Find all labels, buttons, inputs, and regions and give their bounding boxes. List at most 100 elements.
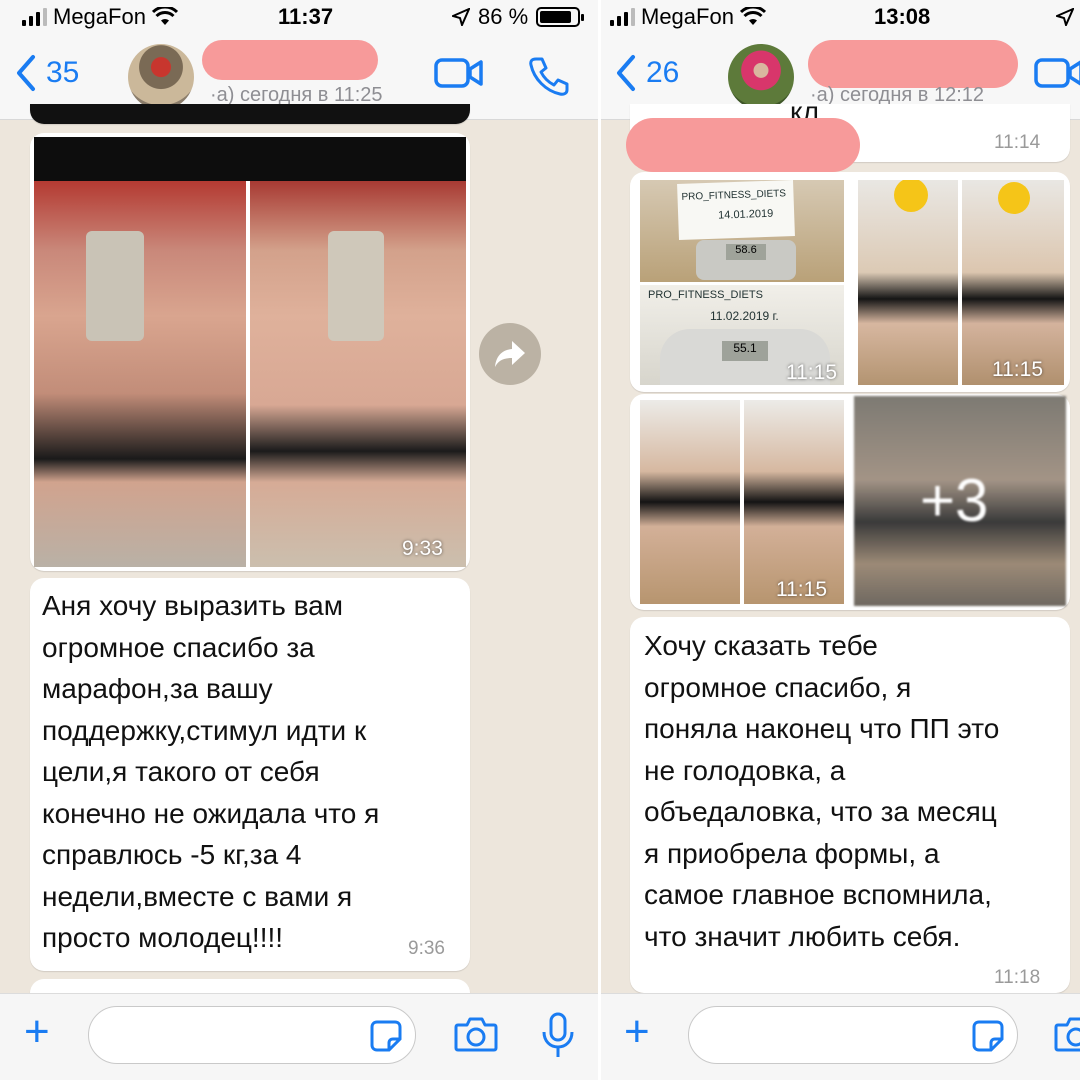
left-chat-screen: MegaFon 11:37 86 % 35 ·а) сегодня в 11:2… <box>0 0 600 1080</box>
photo-front-before[interactable] <box>858 180 958 385</box>
carrier-name: MegaFon <box>641 4 734 29</box>
status-time: 11:37 <box>278 4 334 29</box>
message-timestamp: 11:18 <box>994 967 1041 988</box>
message-timestamp: 11:14 <box>994 132 1041 153</box>
compose-bar: + <box>600 993 1080 1080</box>
message-line: недели,вместе с вами я <box>42 880 353 912</box>
signal-icon <box>610 8 635 26</box>
status-bar: MegaFon 13:08 <box>600 0 1080 36</box>
message-input[interactable] <box>88 1006 416 1064</box>
message-body: Хочу сказать тебе огромное спасибо, я по… <box>644 625 999 957</box>
wifi-icon <box>739 7 766 25</box>
photo-album-message[interactable]: 11:15 +3 <box>630 394 1070 610</box>
photo-scale-before[interactable]: PRO_FITNESS_DIETS 14.01.2019 58.6 <box>640 180 844 282</box>
contact-name-redacted[interactable] <box>202 40 378 80</box>
back-chevron-icon <box>617 55 635 91</box>
message-line: Хочу сказать тебе <box>644 630 878 661</box>
camera-icon[interactable] <box>1054 1016 1080 1052</box>
location-arrow-icon <box>1056 8 1074 26</box>
right-chat-screen: MegaFon 13:08 26 ·а) сегодня в 12:12 кл … <box>600 0 1080 1080</box>
message-line: что значит любить себя. <box>644 920 961 952</box>
note-text: PRO_FITNESS_DIETS <box>681 188 787 203</box>
photo-album-message[interactable]: PRO_FITNESS_DIETS 14.01.2019 58.6 PRO_FI… <box>630 172 1070 392</box>
scale: 58.6 <box>696 240 796 280</box>
video-call-icon[interactable] <box>434 56 484 90</box>
photo-timestamp: 11:15 <box>776 578 827 601</box>
camera-icon[interactable] <box>454 1016 498 1052</box>
carrier-name: MegaFon <box>53 4 146 29</box>
wifi-icon <box>151 7 178 25</box>
status-time: 13:08 <box>874 4 931 29</box>
photo-message[interactable]: 9:33 <box>30 133 470 571</box>
scale-reading: 58.6 <box>726 244 766 260</box>
compose-bar: + <box>0 993 600 1080</box>
phone-icon[interactable] <box>528 56 570 96</box>
contact-avatar[interactable] <box>128 44 194 110</box>
forward-button[interactable] <box>479 323 541 385</box>
photo-timestamp: 9:33 <box>402 537 443 560</box>
plus-icon: + <box>24 1007 50 1056</box>
photo-back-after[interactable]: 11:15 <box>744 400 844 604</box>
photo-after[interactable]: 9:33 <box>250 181 466 567</box>
scale-reading: 55.1 <box>722 341 768 361</box>
more-photos-tile[interactable]: +3 <box>854 396 1066 606</box>
back-button[interactable]: 26 <box>614 54 679 92</box>
laughing-emoji-icon <box>894 180 928 212</box>
message-line: огромное спасибо за <box>42 631 315 663</box>
more-photos-count: +3 <box>920 467 989 534</box>
plus-icon: + <box>624 1007 650 1056</box>
phone-in-photo <box>86 231 144 341</box>
location-arrow-icon <box>452 8 470 26</box>
screen-divider <box>598 0 601 1080</box>
attach-button[interactable]: + <box>24 1010 50 1054</box>
microphone-icon[interactable] <box>540 1012 576 1060</box>
smile-emoji-icon <box>998 182 1030 214</box>
redaction-mark <box>626 118 860 172</box>
message-line: самое главное вспомнила, <box>644 879 992 910</box>
photo-timestamp: 11:15 <box>992 358 1043 381</box>
note-text: PRO_FITNESS_DIETS <box>648 289 763 301</box>
carrier-group: MegaFon <box>610 4 766 30</box>
status-right-group: 86 % <box>452 4 585 30</box>
battery-icon <box>536 7 585 27</box>
message-line: поняла наконец что ПП это <box>644 713 1000 744</box>
sticker-icon[interactable] <box>971 1019 1005 1053</box>
message-timestamp: 9:36 <box>408 938 445 959</box>
photo-before[interactable] <box>34 181 246 567</box>
photo-black-band <box>34 137 466 181</box>
message-line: не голодовка, а <box>644 754 846 786</box>
unread-count: 26 <box>646 56 680 89</box>
message-body: Аня хочу выразить вам огромное спасибо з… <box>42 585 379 959</box>
video-call-icon[interactable] <box>1034 56 1080 90</box>
message-line: объедаловка, что за месяц <box>644 796 997 827</box>
status-bar: MegaFon 11:37 86 % <box>0 0 600 36</box>
phone-in-photo <box>328 231 384 341</box>
text-message[interactable]: Хочу сказать тебе огромное спасибо, я по… <box>630 617 1070 993</box>
message-input[interactable] <box>688 1006 1018 1064</box>
forward-icon <box>495 341 525 367</box>
message-line: поддержку,стимул идти к <box>42 714 367 746</box>
message-line: справлюсь -5 кг,за 4 <box>42 839 302 870</box>
message-line: конечно не ожидала что я <box>42 797 380 829</box>
back-button[interactable]: 35 <box>14 54 79 92</box>
contact-name-redacted[interactable] <box>808 40 1018 88</box>
back-chevron-icon <box>17 55 35 91</box>
note-date: 11.02.2019 г. <box>710 309 779 323</box>
signal-icon <box>22 8 47 26</box>
photo-timestamp: 11:15 <box>786 361 837 384</box>
message-line: Аня хочу выразить вам <box>42 590 343 621</box>
attach-button[interactable]: + <box>624 1010 650 1054</box>
paper-note: PRO_FITNESS_DIETS 14.01.2019 <box>677 180 795 241</box>
sticker-icon[interactable] <box>369 1019 403 1053</box>
message-line: марафон,за вашу <box>42 673 273 704</box>
unread-count: 35 <box>46 56 80 89</box>
message-line: я приобрела формы, а <box>644 837 940 869</box>
message-line: просто молодец!!!! <box>42 922 284 953</box>
contact-avatar[interactable] <box>728 44 794 110</box>
text-message[interactable]: Аня хочу выразить вам огромное спасибо з… <box>30 578 470 971</box>
photo-back-before[interactable] <box>640 400 740 604</box>
photo-scale-after[interactable]: PRO_FITNESS_DIETS 11.02.2019 г. 55.1 11:… <box>640 285 844 385</box>
message-line: огромное спасибо, я <box>644 671 912 703</box>
photo-front-after[interactable]: 11:15 <box>962 180 1064 385</box>
carrier-group: MegaFon <box>22 4 178 30</box>
